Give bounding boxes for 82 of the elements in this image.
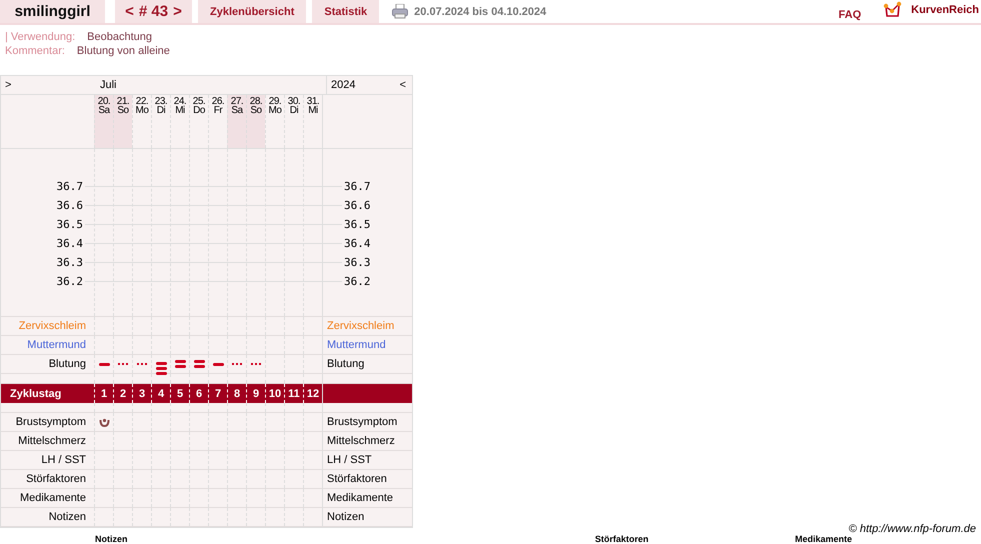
next-cycle-link[interactable]: > [173,3,182,20]
section-heading: Notizen [95,535,128,544]
cycle-day-number: 12 [306,388,320,400]
row-label: Mittelschmerz [18,435,86,447]
day-header: 27. Sa [227,95,246,148]
bleeding-bar-icon [98,362,110,366]
day-header: 24. Mi [170,95,189,148]
bleeding-double-bar-icon [174,360,186,368]
cycle-day-number: 10 [268,388,282,400]
row-label: Zervixschleim [18,320,86,332]
row-label: Medikamente [20,492,86,504]
cycle-day-number: 7 [214,388,222,400]
day-header: 23. Di [151,95,170,148]
previous-arrow-link[interactable]: > [5,79,12,91]
day-header: 29. Mo [265,95,284,148]
cycle-day-number: 1 [100,388,108,400]
row-label: Muttermund [327,339,386,351]
cycle-day-number: 4 [158,388,164,400]
cycle-day-number: 11 [288,388,300,400]
day-header: 28. So [246,95,265,148]
row-label: Medikamente [327,492,394,504]
row-label: Blutung [48,358,86,370]
breast-symptom-icon [98,417,110,427]
section-heading: Medikamente [795,535,852,544]
cycle-day-number: 2 [120,388,126,400]
cycle-number: # 43 [138,3,168,20]
row-label: Störfaktoren [26,473,86,485]
temperature-tick: 36.4 [344,237,370,250]
info-value: Beobachtung [87,30,152,44]
bleeding-bar-icon [212,362,224,366]
temperature-tick: 36.3 [344,256,370,269]
row-label: Brustsymptom [16,416,86,428]
row-label: LH / SST [41,454,86,466]
printer-icon[interactable] [392,4,408,19]
nav-tab[interactable]: Zyklenübersicht [198,0,306,23]
info-label: | Verwendung: [5,30,76,44]
cycle-day-number: 3 [138,388,146,400]
cycle-day-number: 5 [176,388,184,400]
temperature-tick: 36.2 [56,275,83,288]
cycle-day-number: 8 [234,388,240,400]
day-header: 22. Mo [132,95,151,148]
row-label: Mittelschmerz [327,435,395,447]
date-range: 20.07.2024 bis 04.10.2024 [414,6,546,18]
row-label: Muttermund [27,339,86,351]
temperature-tick: 36.6 [56,199,83,212]
row-label: Notizen [327,511,364,523]
year-label: 2024 [331,79,356,91]
previous-cycle-link[interactable]: < [125,3,134,20]
row-label: Zervixschleim [327,320,394,332]
temperature-tick: 36.2 [344,275,370,288]
month-label: Juli [100,79,117,91]
day-header: 21. So [113,95,132,148]
temperature-tick: 36.4 [56,237,83,250]
section-heading: Störfaktoren [595,535,649,544]
cycle-day-label: Zyklustag [10,388,62,400]
temperature-tick: 36.7 [344,180,370,193]
cycle-day-number: 9 [252,388,260,400]
row-label: Blutung [327,358,364,370]
info-label: Kommentar: [5,44,65,58]
row-label: Notizen [48,511,86,523]
bleeding-triple-bar-icon [156,362,166,374]
faq-link[interactable]: FAQ [838,8,862,20]
bleeding-double-bar-icon [194,360,204,368]
cycle-day-number: 6 [196,388,202,400]
temperature-tick: 36.5 [344,218,370,231]
next-arrow-link[interactable]: < [400,79,406,91]
temperature-tick: 36.6 [344,199,370,212]
temperature-tick: 36.7 [56,180,83,193]
day-header: 25. Do [189,95,208,148]
day-header: 31. Mi [303,95,322,148]
row-label: Störfaktoren [327,473,387,485]
temperature-tick: 36.5 [56,218,83,231]
info-value: Blutung von alleine [76,44,170,58]
crown-logo-icon [883,1,904,18]
row-label: LH / SST [327,454,372,466]
nav-tab[interactable]: Statistik [312,0,380,23]
copyright-text: © http://www.nfp-forum.de [848,523,976,535]
day-header: 20. Sa [94,95,113,148]
logo-text: KurvenReich [911,4,979,16]
temperature-tick: 36.3 [56,256,83,269]
day-header: 30. Di [284,95,303,148]
row-label: Brustsymptom [327,416,398,428]
